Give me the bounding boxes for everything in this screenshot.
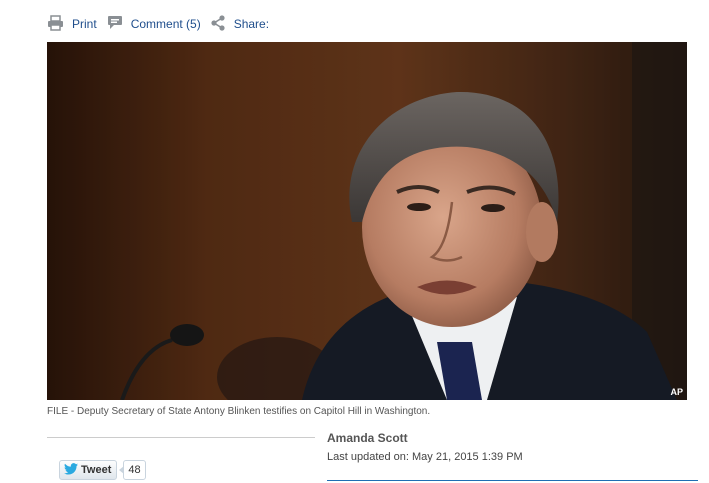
divider-right <box>327 480 698 481</box>
tweet-count: 48 <box>119 460 146 480</box>
share-label: Share: <box>233 17 270 31</box>
article-photo: AP <box>47 42 687 400</box>
twitter-bird-icon <box>64 462 78 478</box>
divider-left <box>47 437 315 438</box>
last-updated: Last updated on: May 21, 2015 1:39 PM <box>327 451 523 463</box>
share-button[interactable]: Share: <box>210 14 270 34</box>
photo-illustration <box>47 42 687 400</box>
printer-icon <box>47 14 64 34</box>
article-toolbar: Print Comment (5) Share: <box>47 14 269 34</box>
tweet-widget: Tweet 48 <box>59 460 146 480</box>
share-icon <box>210 14 226 34</box>
tweet-label: Tweet <box>81 464 112 476</box>
photo-credit: AP <box>670 387 683 397</box>
photo-caption: FILE - Deputy Secretary of State Antony … <box>47 406 431 417</box>
speech-bubble-icon <box>107 15 123 33</box>
author-name[interactable]: Amanda Scott <box>327 431 408 445</box>
comment-label: Comment (5) <box>130 17 201 31</box>
comment-button[interactable]: Comment (5) <box>107 15 201 33</box>
print-label: Print <box>72 17 97 31</box>
tweet-button[interactable]: Tweet <box>59 460 118 480</box>
print-button[interactable]: Print <box>47 14 97 34</box>
